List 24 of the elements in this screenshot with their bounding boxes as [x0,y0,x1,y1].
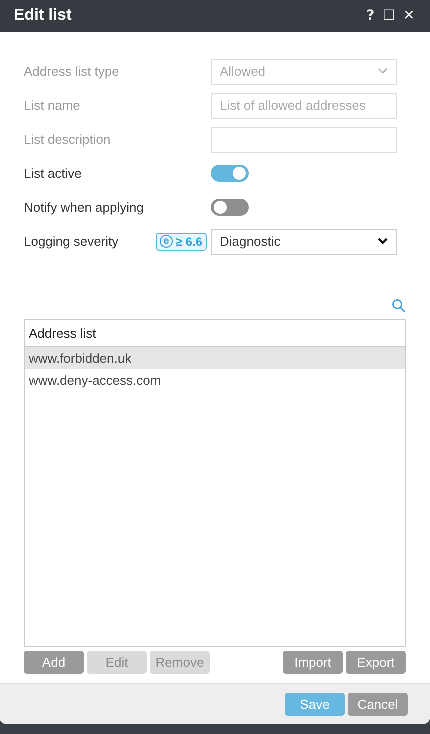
search-icon[interactable] [392,299,406,313]
dropdown-field[interactable]: Diagnostic [211,228,397,254]
list-action-button[interactable]: Import [283,651,343,674]
field-label: Logging severity [24,234,120,249]
field-label: List description [24,132,112,147]
version-badge: e ≥ 6.6 [156,232,207,250]
list-action-button[interactable]: Add [24,651,84,674]
field-label: List active [24,166,83,181]
chevron-icon [378,238,388,245]
field-label: Address list type [24,64,120,79]
list-row[interactable]: www.deny-access.com [25,369,405,391]
chevron-icon [378,68,388,75]
toggle-switch[interactable] [211,199,249,216]
toggle-switch[interactable] [211,165,249,182]
close-button[interactable]: ✕ [402,8,416,24]
save-button[interactable]: Save [285,692,345,716]
field-label: Notify when applying [24,200,145,215]
maximize-button[interactable]: ☐ [382,8,396,24]
list-row[interactable]: www.forbidden.uk [25,347,405,369]
cancel-button[interactable]: Cancel [348,692,408,716]
field-label: List name [24,98,82,113]
window-title: Edit list [14,7,73,25]
help-button[interactable]: ? [366,8,376,24]
list-action-button[interactable]: Export [346,651,406,674]
